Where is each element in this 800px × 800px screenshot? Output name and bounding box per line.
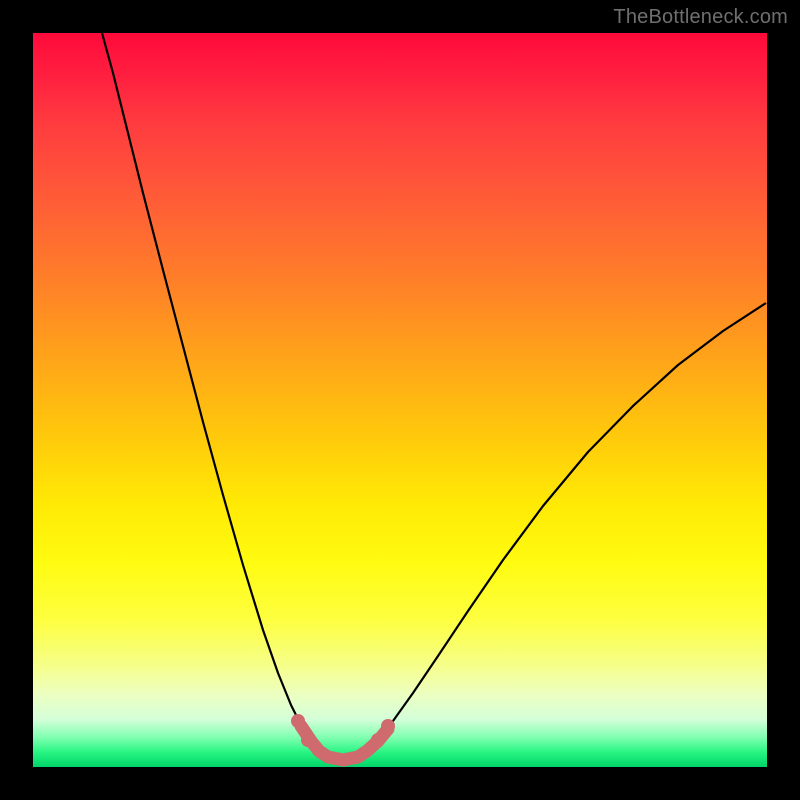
watermark-text: TheBottleneck.com [613, 6, 788, 29]
series-left-branch [102, 33, 319, 750]
plot-area [33, 33, 767, 767]
series-right-branch [367, 303, 766, 750]
highlight-point [381, 719, 395, 733]
highlight-point [301, 733, 315, 747]
curve-layer [33, 33, 767, 767]
highlight-point [371, 733, 385, 747]
highlight-point [291, 714, 305, 728]
chart-frame: TheBottleneck.com [0, 0, 800, 800]
